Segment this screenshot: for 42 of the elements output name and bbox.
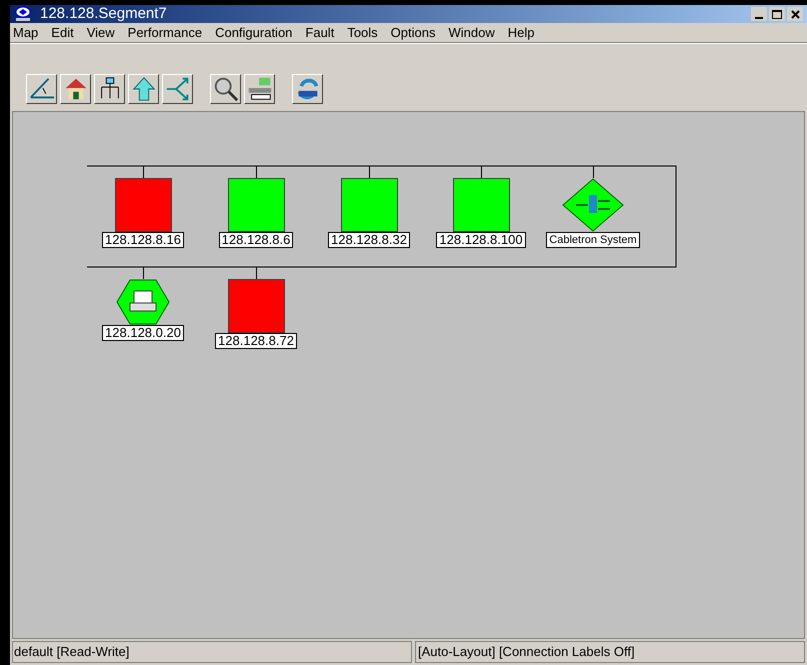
menu-item[interactable]: Map [13,22,38,42]
node-label: 128.128.8.6 [218,232,294,248]
toolbar-button[interactable] [244,74,275,104]
menu-item[interactable]: Help [508,22,534,42]
status-layout: [Auto-Layout] [Connection Labels Off] [415,641,805,663]
window-title: 128.128.Segment7 [40,4,167,24]
toolbar-button[interactable] [292,74,323,104]
menu-item[interactable]: Edit [51,22,74,42]
menu-item[interactable]: Window [448,22,495,42]
menu-item[interactable]: Tools [347,22,378,42]
toolbar-button[interactable] [210,74,241,104]
status-mode: default [Read-Write] [12,641,412,663]
switch-node-icon[interactable] [562,178,624,232]
device-node[interactable] [452,178,510,232]
node-label: Cabletron System [546,232,640,248]
node-label: 128.128.8.100 [436,232,526,248]
toolbar-button[interactable] [60,74,91,104]
toolbar-button[interactable] [94,74,125,104]
node-label: 128.128.8.72 [215,333,297,349]
close-button[interactable] [787,7,803,21]
app-logo-icon [14,6,32,22]
menu-item[interactable]: Configuration [215,22,292,42]
node-label: 128.128.0.20 [102,325,184,341]
device-node[interactable] [340,178,398,232]
maximize-icon [772,10,782,18]
printer-node-icon[interactable] [116,279,170,325]
minimize-button[interactable] [751,7,767,21]
minimize-icon [755,17,763,19]
menu-item[interactable]: View [86,22,115,42]
toolbar-button[interactable] [128,74,159,104]
node-label: 128.128.8.16 [102,232,184,248]
device-node[interactable] [228,279,284,333]
close-icon [790,10,800,18]
node-label: 128.128.8.32 [328,232,410,248]
maximize-button[interactable] [769,7,785,21]
toolbar-button[interactable] [26,74,57,104]
toolbar-button[interactable] [162,74,193,104]
menu-item[interactable]: Options [390,22,436,42]
menu-item[interactable]: Fault [305,22,334,42]
device-node[interactable] [114,178,172,232]
device-node[interactable] [228,178,284,232]
menu-item[interactable]: Performance [128,22,202,42]
